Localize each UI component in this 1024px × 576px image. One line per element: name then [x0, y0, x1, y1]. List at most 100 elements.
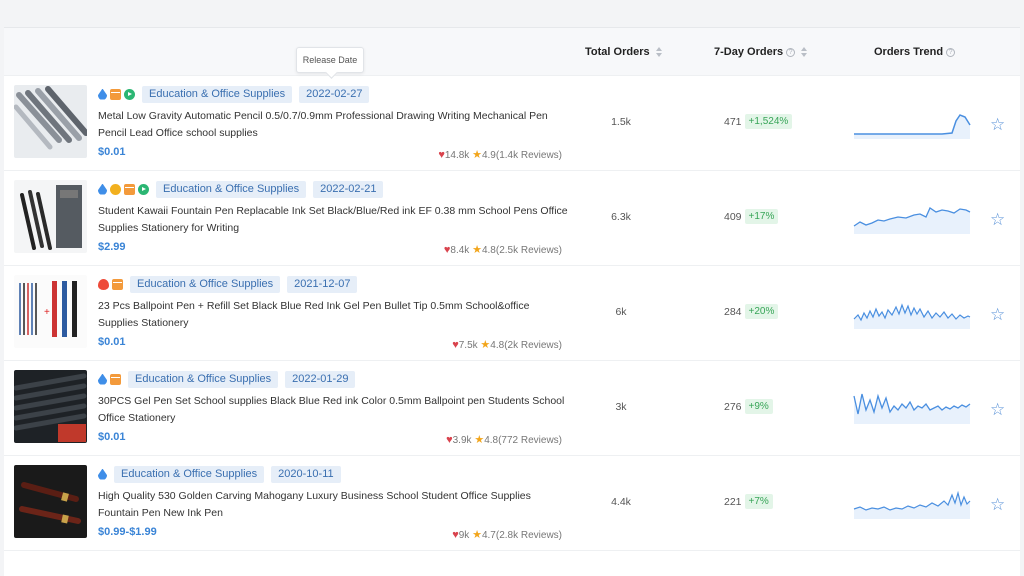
favorite-star-icon[interactable]: ☆ — [990, 305, 1005, 325]
rating: 4.8(2.5k Reviews) — [481, 245, 562, 256]
orders-trend-sparkline — [853, 490, 971, 519]
product-title[interactable]: High Quality 530 Golden Carving Mahogany… — [98, 488, 568, 522]
total-orders-value: 6.3k — [611, 211, 631, 223]
category-tag[interactable]: Education & Office Supplies — [130, 275, 281, 293]
star-icon: ★ — [472, 529, 482, 541]
play-icon — [138, 183, 149, 195]
badge-icons: Education & Office Supplies 2022-01-29 — [98, 370, 356, 388]
svg-text:+: + — [44, 307, 50, 318]
total-orders-header[interactable]: Total Orders — [585, 46, 663, 58]
orders-trend-sparkline — [853, 207, 971, 234]
star-icon: ★ — [474, 434, 485, 446]
category-tag[interactable]: Education & Office Supplies — [128, 370, 279, 388]
orders-trend-header: Orders Trend? — [874, 46, 956, 58]
growth-badge: +20% — [744, 304, 779, 319]
flame-icon — [98, 278, 109, 290]
table-row[interactable]: Education & Office Supplies 2020-10-11 H… — [4, 456, 1020, 551]
release-date-tag: 2022-01-29 — [285, 370, 356, 388]
growth-badge: +7% — [744, 494, 773, 509]
seven-day-orders-value: 409 — [724, 210, 742, 223]
drop-icon — [98, 468, 107, 480]
release-date-tag: 2022-02-21 — [313, 180, 384, 198]
product-image[interactable] — [14, 465, 87, 538]
category-tag[interactable]: Education & Office Supplies — [142, 85, 293, 103]
seven-day-orders-value: 471 — [724, 115, 742, 128]
medal-icon — [110, 183, 121, 195]
product-image[interactable]: + — [14, 275, 87, 348]
drop-icon — [98, 88, 107, 100]
table-row[interactable]: Education & Office Supplies 2022-02-27 M… — [4, 76, 1020, 171]
product-stats: ♥3.9k ★4.8(772 Reviews) — [446, 433, 562, 446]
rating: 4.8(2k Reviews) — [490, 340, 562, 351]
table-row[interactable]: Education & Office Supplies 2022-02-21 S… — [4, 171, 1020, 266]
price: $0.01 — [98, 146, 126, 158]
seven-day-orders-cell: 409 +17% — [724, 209, 779, 224]
mahogany-fountain-pen-image — [14, 465, 87, 538]
orders-trend-sparkline — [854, 114, 971, 139]
star-icon: ★ — [472, 149, 482, 161]
orders-trend-label: Orders Trend — [874, 46, 944, 58]
product-image[interactable] — [14, 180, 87, 253]
likes-count: 7.5k — [458, 340, 478, 351]
total-orders-value: 4.4k — [611, 496, 631, 508]
growth-badge: +17% — [744, 209, 779, 224]
fountain-pen-image — [14, 180, 87, 253]
seven-day-orders-value: 276 — [724, 400, 742, 413]
drop-icon — [98, 183, 107, 195]
sort-icon[interactable] — [801, 47, 808, 58]
box-icon — [112, 278, 123, 290]
price: $0.01 — [98, 431, 126, 443]
table-row[interactable]: Education & Office Supplies 2022-01-29 3… — [4, 361, 1020, 456]
likes-count: 3.9k — [452, 435, 472, 446]
badge-icons: Education & Office Supplies 2022-02-21 — [98, 180, 384, 198]
product-image[interactable] — [14, 85, 87, 158]
seven-day-orders-cell: 221 +7% — [724, 494, 773, 509]
growth-badge: +9% — [744, 399, 773, 414]
badge-icons: Education & Office Supplies 2022-02-27 — [98, 85, 370, 103]
likes-count: 14.8k — [444, 150, 470, 161]
seven-day-orders-value: 221 — [724, 495, 742, 508]
release-date-tooltip: Release Date — [296, 47, 364, 73]
product-title[interactable]: 23 Pcs Ballpoint Pen + Refill Set Black … — [98, 298, 568, 332]
rating: 4.9(1.4k Reviews) — [481, 150, 562, 161]
seven-day-orders-cell: 471 +1,524% — [724, 114, 793, 129]
favorite-star-icon[interactable]: ☆ — [990, 400, 1005, 420]
likes-count: 8.4k — [450, 245, 470, 256]
product-title[interactable]: Student Kawaii Fountain Pen Replacable I… — [98, 203, 568, 237]
price: $0.99-$1.99 — [98, 526, 157, 538]
price: $2.99 — [98, 241, 126, 253]
product-title[interactable]: 30PCS Gel Pen Set School supplies Black … — [98, 393, 568, 427]
release-date-tag: 2020-10-11 — [271, 465, 341, 483]
category-tag[interactable]: Education & Office Supplies — [156, 180, 307, 198]
category-tag[interactable]: Education & Office Supplies — [114, 465, 265, 483]
product-table: Total Orders 7-Day Orders? Orders Trend?… — [4, 27, 1020, 576]
total-orders-value: 3k — [615, 401, 627, 413]
product-stats: ♥9k ★4.7(2.8k Reviews) — [452, 528, 562, 541]
favorite-star-icon[interactable]: ☆ — [990, 115, 1005, 135]
seven-day-orders-cell: 284 +20% — [724, 304, 779, 319]
table-row[interactable]: + Education & Office Supplies 2021-12-07… — [4, 266, 1020, 361]
likes-count: 9k — [458, 530, 470, 541]
help-icon[interactable]: ? — [786, 47, 796, 57]
product-stats: ♥14.8k ★4.9(1.4k Reviews) — [438, 148, 562, 161]
orders-trend-sparkline — [853, 303, 971, 329]
seven-day-orders-header[interactable]: 7-Day Orders? — [714, 46, 808, 58]
seven-day-orders-cell: 276 +9% — [724, 399, 773, 414]
total-orders-value: 1.5k — [611, 116, 631, 128]
badge-icons: Education & Office Supplies 2021-12-07 — [98, 275, 358, 293]
help-icon[interactable]: ? — [946, 47, 956, 57]
rating: 4.7(2.8k Reviews) — [481, 530, 562, 541]
release-date-tag: 2021-12-07 — [287, 275, 358, 293]
favorite-star-icon[interactable]: ☆ — [990, 495, 1005, 515]
total-orders-value: 6k — [615, 306, 627, 318]
product-title[interactable]: Metal Low Gravity Automatic Pencil 0.5/0… — [98, 108, 568, 142]
mechanical-pencil-image — [14, 85, 87, 158]
product-stats: ♥7.5k ★4.8(2k Reviews) — [452, 338, 562, 351]
rating: 4.8(772 Reviews) — [484, 435, 562, 446]
price: $0.01 — [98, 336, 126, 348]
box-icon — [110, 373, 121, 385]
seven-day-orders-label: 7-Day Orders — [714, 46, 784, 58]
favorite-star-icon[interactable]: ☆ — [990, 210, 1005, 230]
sort-icon[interactable] — [655, 47, 663, 58]
product-image[interactable] — [14, 370, 87, 443]
